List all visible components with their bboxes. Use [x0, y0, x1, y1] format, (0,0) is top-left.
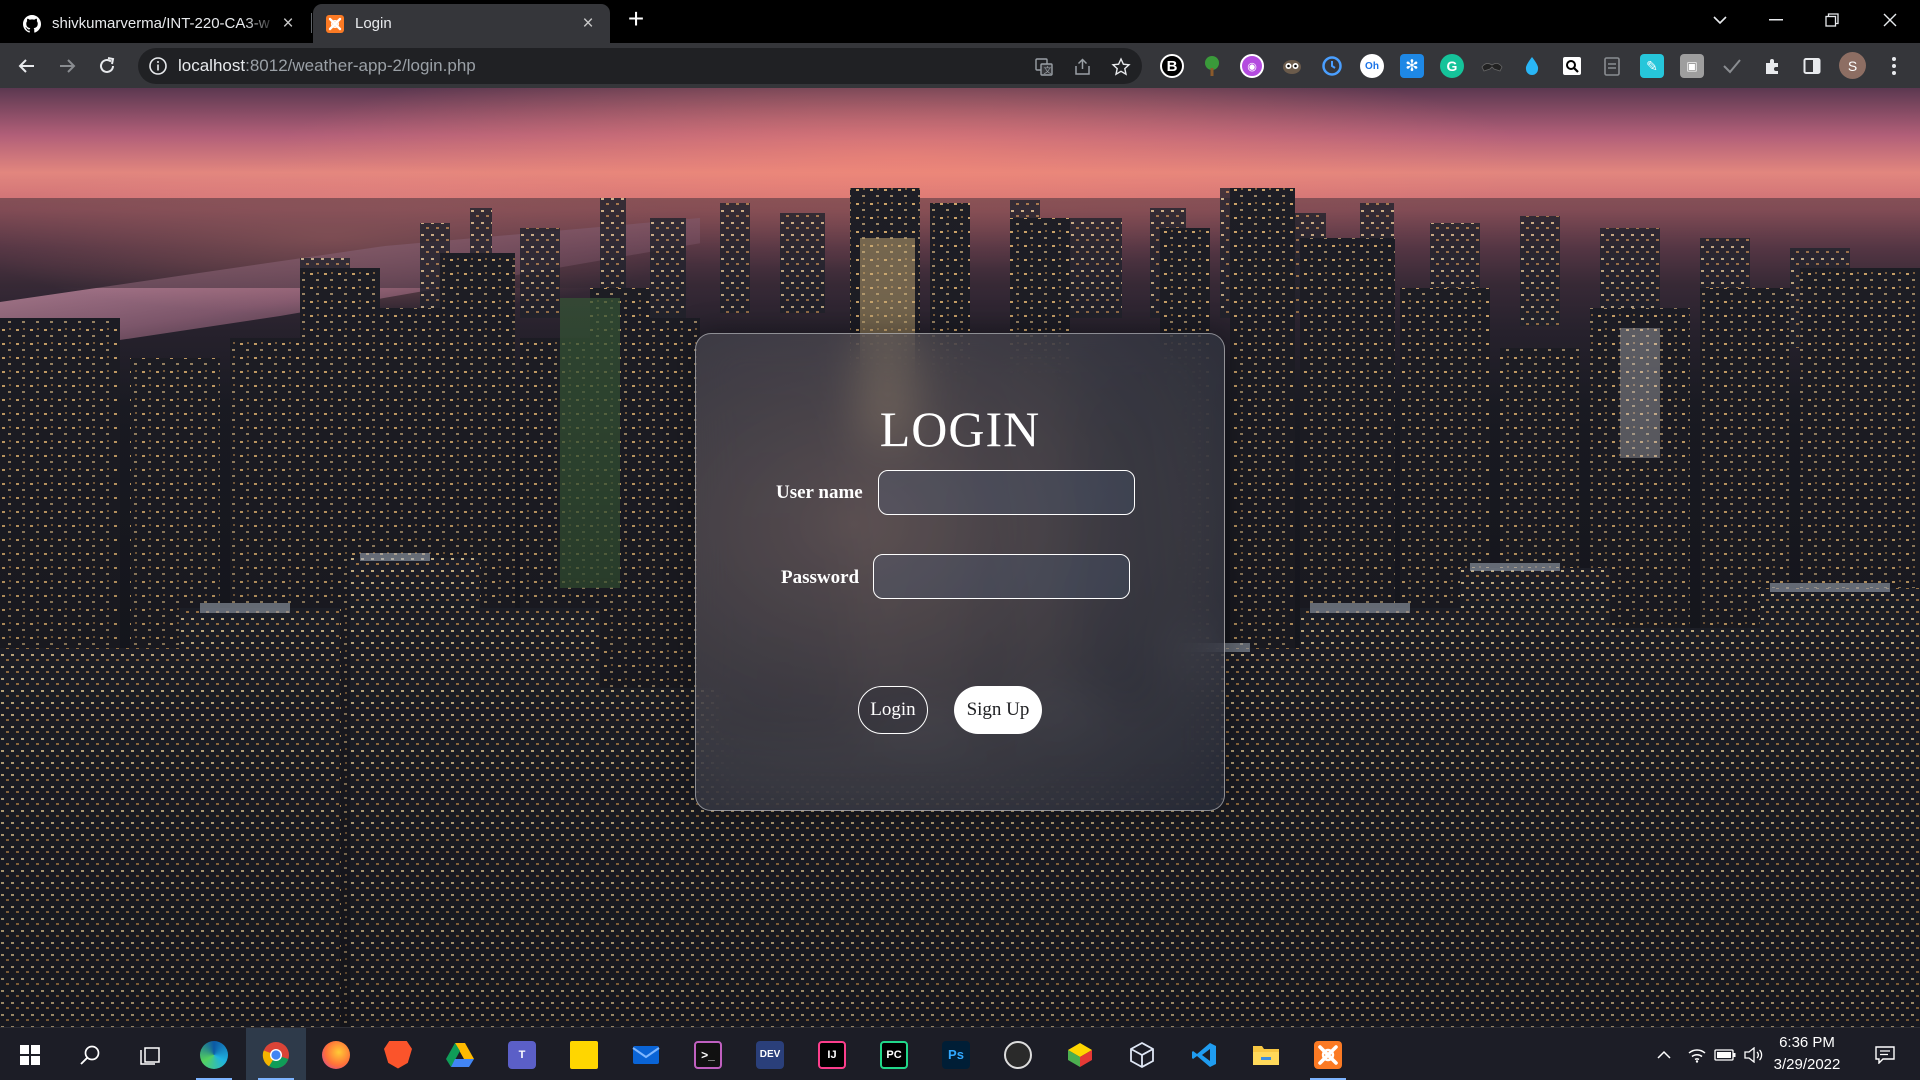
- sidepanel-icon[interactable]: [1798, 52, 1826, 80]
- glasses-icon[interactable]: [1478, 52, 1506, 80]
- check-icon[interactable]: [1718, 52, 1746, 80]
- url-host: localhost: [178, 56, 246, 75]
- obs-icon[interactable]: [988, 1028, 1048, 1080]
- svg-text:文: 文: [1044, 65, 1052, 75]
- close-icon[interactable]: ×: [278, 13, 298, 34]
- firefox-icon[interactable]: [306, 1028, 366, 1080]
- reload-icon[interactable]: [90, 49, 124, 83]
- file-explorer-icon[interactable]: [1236, 1028, 1296, 1080]
- ai-icon[interactable]: Oh: [1358, 52, 1386, 80]
- close-window-icon[interactable]: [1862, 0, 1918, 40]
- url-text[interactable]: localhost:8012/weather-app-2/login.php: [178, 48, 476, 84]
- xampp-icon: [325, 14, 345, 34]
- screen: shivkumarverma/INT-220-CA3-w × Login × +: [0, 0, 1920, 1080]
- bold-b-icon[interactable]: B: [1158, 52, 1186, 80]
- github-icon: [22, 14, 42, 34]
- tab-login[interactable]: Login ×: [313, 4, 610, 43]
- screenshot-icon[interactable]: ▣: [1678, 52, 1706, 80]
- intellij-icon[interactable]: IJ: [802, 1028, 862, 1080]
- dev-icon[interactable]: DEV: [740, 1028, 800, 1080]
- drop-icon[interactable]: [1518, 52, 1546, 80]
- chevron-up-icon[interactable]: [1650, 1028, 1678, 1080]
- search-page-icon[interactable]: [1558, 52, 1586, 80]
- kebab-menu-icon[interactable]: [1880, 52, 1908, 80]
- share-icon[interactable]: [1072, 56, 1094, 78]
- forward-arrow-icon[interactable]: [50, 49, 84, 83]
- signup-button[interactable]: Sign Up: [954, 686, 1042, 734]
- new-tab-plus-icon[interactable]: +: [622, 5, 650, 34]
- mail-icon[interactable]: [616, 1028, 676, 1080]
- username-label: User name: [776, 482, 863, 503]
- pycharm-icon[interactable]: PC: [864, 1028, 924, 1080]
- bookmark-star-icon[interactable]: [1110, 56, 1132, 78]
- google-drive-icon[interactable]: [430, 1028, 490, 1080]
- url-path: :8012/weather-app-2/login.php: [245, 56, 476, 75]
- chrome-icon[interactable]: [246, 1028, 306, 1080]
- clock-icon[interactable]: [1318, 52, 1346, 80]
- page-viewport: LOGIN User name Password Login Sign Up: [0, 88, 1920, 1027]
- tab-github[interactable]: shivkumarverma/INT-220-CA3-w ×: [10, 4, 310, 43]
- photoshop-icon[interactable]: Ps: [926, 1028, 986, 1080]
- address-bar[interactable]: localhost:8012/weather-app-2/login.php 文: [138, 48, 1142, 84]
- bluestacks-icon[interactable]: [1050, 1028, 1110, 1080]
- restore-icon[interactable]: [1804, 0, 1860, 40]
- profile-avatar[interactable]: S: [1839, 52, 1866, 79]
- snowflake-icon[interactable]: ✻: [1398, 52, 1426, 80]
- clock-time: 6:36 PM: [1779, 1034, 1835, 1051]
- search-icon[interactable]: [60, 1028, 120, 1080]
- password-input[interactable]: [873, 554, 1130, 599]
- tab-title: Login: [355, 15, 392, 32]
- tree-icon[interactable]: [1198, 52, 1226, 80]
- windows-taskbar: T >_ DEV IJ PC Ps 6:36 PM 3/29/2022: [0, 1027, 1920, 1080]
- login-card: LOGIN User name Password Login Sign Up: [695, 333, 1225, 811]
- browser-toolbar: localhost:8012/weather-app-2/login.php 文…: [0, 43, 1920, 88]
- teams-icon[interactable]: T: [492, 1028, 552, 1080]
- grammarly-icon[interactable]: G: [1438, 52, 1466, 80]
- sticky-notes-icon[interactable]: [554, 1028, 614, 1080]
- translate-icon[interactable]: 文: [1033, 56, 1055, 78]
- login-button[interactable]: Login: [858, 686, 928, 734]
- back-arrow-icon[interactable]: [10, 49, 44, 83]
- login-title: LOGIN: [879, 401, 1041, 457]
- tab-title: shivkumarverma/INT-220-CA3-w: [52, 15, 270, 32]
- tab-strip: shivkumarverma/INT-220-CA3-w × Login × +: [0, 0, 1920, 43]
- taskbar-clock[interactable]: 6:36 PM 3/29/2022: [1762, 1032, 1852, 1076]
- purple-circle-icon[interactable]: ◉: [1238, 52, 1266, 80]
- minimize-icon[interactable]: [1748, 0, 1804, 40]
- edge-icon[interactable]: [184, 1028, 244, 1080]
- terminal-icon[interactable]: >_: [678, 1028, 738, 1080]
- info-icon[interactable]: [148, 56, 168, 76]
- tab-search-chevron-icon[interactable]: [1692, 0, 1748, 40]
- pen-icon[interactable]: ✎: [1638, 52, 1666, 80]
- close-icon[interactable]: ×: [578, 13, 598, 34]
- username-input[interactable]: [878, 470, 1135, 515]
- windows-start-icon[interactable]: [0, 1028, 60, 1080]
- 3d-viewer-icon[interactable]: [1112, 1028, 1172, 1080]
- clipboard-icon[interactable]: [1598, 52, 1626, 80]
- tab-separator: [311, 13, 312, 33]
- password-label: Password: [781, 567, 860, 588]
- clock-date: 3/29/2022: [1773, 1056, 1841, 1073]
- vscode-icon[interactable]: [1174, 1028, 1234, 1080]
- task-view-icon[interactable]: [120, 1028, 180, 1080]
- xampp-icon[interactable]: [1298, 1028, 1358, 1080]
- owl-icon[interactable]: [1278, 52, 1306, 80]
- brave-icon[interactable]: [368, 1028, 428, 1080]
- battery-icon[interactable]: [1711, 1028, 1739, 1080]
- wifi-icon[interactable]: [1683, 1028, 1711, 1080]
- puzzle-icon[interactable]: [1758, 52, 1786, 80]
- notifications-icon[interactable]: [1865, 1028, 1905, 1080]
